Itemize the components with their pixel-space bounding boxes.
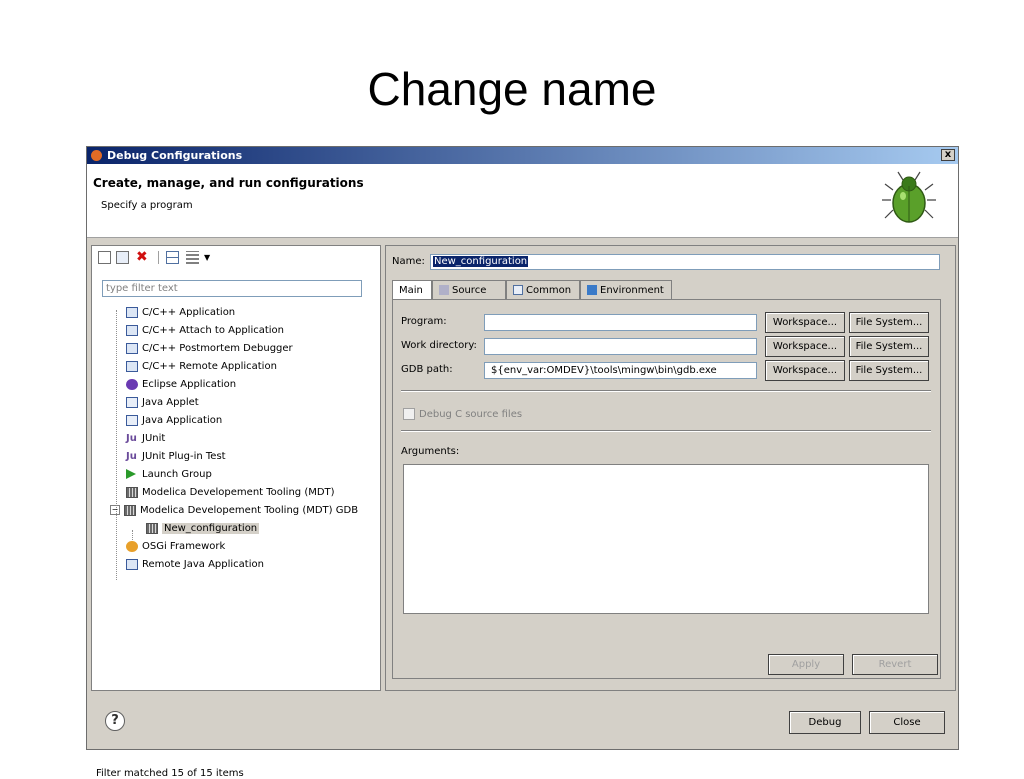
tree-toolbar: ✖ ▼ [92,246,380,268]
delete-icon[interactable]: ✖ [136,250,149,264]
program-label: Program: [401,316,447,327]
toolbar-separator [158,251,159,264]
java-applet-icon [126,396,138,408]
collapse-all-icon[interactable] [166,251,179,264]
program-filesystem-button[interactable]: File System... [849,312,929,333]
tree-item[interactable]: C/C++ Application [126,304,235,321]
workdir-input[interactable] [484,338,757,355]
launch-group-icon [126,469,136,479]
workdir-filesystem-button[interactable]: File System... [849,336,929,357]
dialog-header: Create, manage, and run configurations S… [87,164,958,238]
header-subtitle: Specify a program [101,200,193,211]
new-configuration-icon[interactable] [98,251,111,264]
tree-item[interactable]: Java Applet [126,394,199,411]
source-icon [439,285,449,295]
tab-environment[interactable]: Environment [580,280,672,299]
checkbox-icon [403,408,415,420]
common-icon [513,285,523,295]
slide-title: Change name [367,63,657,115]
tree-item-expanded[interactable]: − Modelica Developement Tooling (MDT) GDB [110,502,358,519]
tree-item[interactable]: C/C++ Postmortem Debugger [126,340,293,357]
debug-c-checkbox[interactable]: Debug C source files [403,408,522,420]
filter-icon[interactable] [186,251,199,264]
tree-item[interactable]: Ju JUnit [126,430,165,447]
remote-java-icon [126,558,138,570]
close-icon: x [944,149,952,160]
mdt-icon [126,486,138,498]
workdir-workspace-button[interactable]: Workspace... [765,336,845,357]
c-app-icon [126,306,138,318]
tab-common[interactable]: Common [506,280,580,299]
main-tab-panel: Program: Workspace... File System... Wor… [392,299,941,679]
configuration-editor: Name: New_configuration Main Source Comm… [385,245,956,691]
debug-window-icon [91,150,102,161]
name-input[interactable]: New_configuration [430,254,940,270]
tree-item[interactable]: Modelica Developement Tooling (MDT) [126,484,335,501]
gdb-path-label: GDB path: [401,364,453,375]
tree-item[interactable]: C/C++ Attach to Application [126,322,284,339]
program-input[interactable] [484,314,757,331]
window-title: Debug Configurations [107,149,243,162]
configuration-tree-pane: ✖ ▼ type filter text C/C++ Application C… [91,245,381,779]
program-workspace-button[interactable]: Workspace... [765,312,845,333]
collapse-toggle-icon[interactable]: − [110,505,120,515]
tree-item[interactable]: OSGi Framework [126,538,225,555]
osgi-icon [126,540,138,552]
chevron-down-icon[interactable]: ▼ [204,251,217,264]
separator [401,390,931,392]
name-label: Name: [392,256,425,267]
junit-icon: Ju [126,432,137,444]
gdb-filesystem-button[interactable]: File System... [849,360,929,381]
title-bar: Debug Configurations x [87,147,958,164]
tree-item[interactable]: Launch Group [126,466,212,483]
separator [401,430,931,432]
debug-configurations-window: Debug Configurations x Create, manage, a… [86,146,959,779]
tree-item[interactable]: Remote Java Application [126,556,264,573]
tree-item-selected[interactable]: New_configuration [146,520,260,537]
arguments-textarea[interactable] [403,464,929,614]
debug-button[interactable]: Debug [789,711,861,734]
help-icon[interactable]: ? [105,711,125,731]
java-app-icon [126,414,138,426]
mdt-icon [124,504,136,516]
gdb-path-input[interactable]: ${env_var:OMDEV}\tools\mingw\bin\gdb.exe [484,362,757,379]
tree-item[interactable]: C/C++ Remote Application [126,358,277,375]
gdb-workspace-button[interactable]: Workspace... [765,360,845,381]
revert-button[interactable]: Revert [852,654,938,675]
name-value: New_configuration [433,256,529,267]
filter-status: Filter matched 15 of 15 items [96,768,244,779]
tree-item[interactable]: Ju JUnit Plug-in Test [126,448,226,465]
tab-source[interactable]: Source [432,280,506,299]
environment-icon [587,285,597,295]
c-app-icon [126,324,138,336]
filter-input[interactable]: type filter text [102,280,362,297]
apply-button[interactable]: Apply [768,654,844,675]
header-title: Create, manage, and run configurations [93,176,364,190]
tree-item[interactable]: Java Application [126,412,222,429]
mdt-icon [146,522,158,534]
arguments-label: Arguments: [401,446,460,457]
tree-item[interactable]: Eclipse Application [126,376,236,393]
bug-icon [882,171,936,223]
duplicate-icon[interactable] [116,251,129,264]
workdir-label: Work directory: [401,340,477,351]
tab-main[interactable]: Main [392,280,432,300]
c-app-icon [126,342,138,354]
c-app-icon [126,360,138,372]
junit-plugin-icon: Ju [126,450,137,462]
close-button[interactable]: Close [869,711,945,734]
eclipse-icon [126,378,138,390]
close-window-button[interactable]: x [941,149,955,161]
